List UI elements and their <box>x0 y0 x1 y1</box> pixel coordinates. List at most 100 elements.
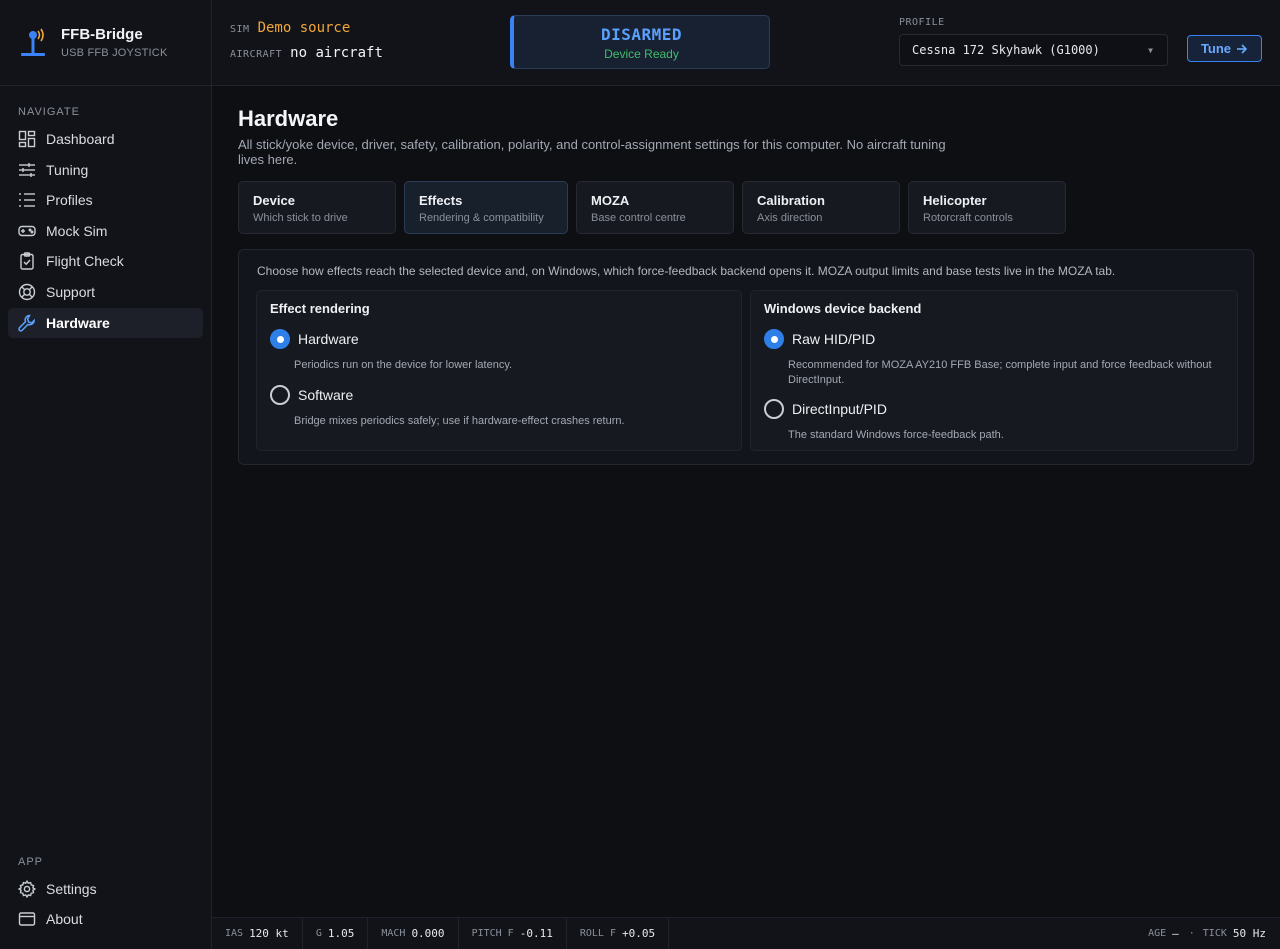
stat-value: 120 kt <box>249 927 289 940</box>
windows-backend-card: Windows device backend Raw HID/PID Recom… <box>750 290 1238 451</box>
stat-key: ROLL F <box>579 928 616 939</box>
app-name: FFB-Bridge <box>61 26 143 43</box>
sidebar-item-dashboard[interactable]: Dashboard <box>8 124 203 154</box>
sidebar-item-mock-sim[interactable]: Mock Sim <box>8 216 203 246</box>
app-subtitle: USB FFB JOYSTICK <box>61 47 168 59</box>
radio-hardware[interactable]: Hardware <box>270 329 359 349</box>
radio-software[interactable]: Software <box>270 385 353 405</box>
app-section-label: APP <box>18 856 44 868</box>
sidebar-item-about[interactable]: About <box>8 904 203 934</box>
brand: FFB-Bridge USB FFB JOYSTICK <box>0 0 211 86</box>
sidebar-item-support[interactable]: Support <box>8 277 203 307</box>
stat-value: 0.000 <box>411 927 445 940</box>
radio-indicator[interactable] <box>764 399 784 419</box>
gear-icon <box>18 880 36 898</box>
sim-value: Demo source <box>257 20 351 36</box>
effect-rendering-card: Effect rendering Hardware Periodics run … <box>256 290 742 451</box>
stat-key: AGE <box>1148 928 1167 939</box>
tune-label: Tune <box>1200 41 1232 56</box>
separator-dot: · <box>1188 928 1195 939</box>
stat-value: +0.05 <box>621 927 656 940</box>
tab-device[interactable]: Device Which stick to drive <box>238 181 396 234</box>
tune-button[interactable]: Tune <box>1187 35 1262 62</box>
tab-subtitle: Which stick to drive <box>253 212 348 224</box>
tab-title: Calibration <box>757 193 825 208</box>
sidebar-item-label: Flight Check <box>46 253 124 269</box>
tab-subtitle: Rotorcraft controls <box>923 212 1013 224</box>
radio-indicator[interactable] <box>270 385 290 405</box>
page-description: All stick/yoke device, driver, safety, c… <box>238 137 946 167</box>
stat-key: TICK <box>1202 928 1227 939</box>
option-label: Raw HID/PID <box>792 331 876 347</box>
sim-readout: SIM Demo source <box>230 20 350 36</box>
sliders-icon <box>18 161 36 179</box>
sidebar-item-label: Profiles <box>46 192 93 208</box>
tab-calibration[interactable]: Calibration Axis direction <box>742 181 900 234</box>
stat-g: G 1.05 <box>303 917 369 949</box>
status-bar: IAS 120 kt G 1.05 MACH 0.000 PITCH F -0.… <box>212 917 1280 949</box>
tab-title: MOZA <box>591 193 630 208</box>
sidebar-item-label: Dashboard <box>46 131 115 147</box>
stat-value: 1.05 <box>327 927 355 940</box>
arm-state: DISARMED <box>600 25 683 44</box>
windows-backend-title: Windows device backend <box>764 301 922 316</box>
window-icon <box>18 910 36 928</box>
sidebar-item-label: Mock Sim <box>46 223 108 239</box>
stat-value: 50 Hz <box>1232 927 1266 940</box>
dashboard-icon <box>18 130 36 148</box>
effects-panel: Choose how effects reach the selected de… <box>238 249 1254 465</box>
chevron-down-icon: ▼ <box>1148 45 1153 55</box>
stat-key: PITCH F <box>471 928 514 939</box>
radio-indicator[interactable] <box>764 329 784 349</box>
sidebar-item-tuning[interactable]: Tuning <box>8 155 203 185</box>
tab-moza[interactable]: MOZA Base control centre <box>576 181 734 234</box>
sidebar: FFB-Bridge USB FFB JOYSTICK NAVIGATE Das… <box>0 0 212 949</box>
sidebar-item-label: Support <box>46 284 96 300</box>
stat-value: — <box>1172 927 1179 940</box>
option-description: The standard Windows force-feedback path… <box>788 429 1004 441</box>
option-description: Bridge mixes periodics safely; use if ha… <box>294 415 625 427</box>
arm-status-indicator: DISARMED Device Ready <box>510 15 770 69</box>
clipboard-check-icon <box>18 252 36 270</box>
stat-key: MACH <box>381 928 406 939</box>
tab-subtitle: Axis direction <box>757 212 823 224</box>
page-title: Hardware <box>238 106 339 131</box>
tab-effects[interactable]: Effects Rendering & compatibility <box>404 181 568 234</box>
device-status: Device Ready <box>604 47 679 61</box>
option-description: Recommended for MOZA AY210 FFB Base; com… <box>788 359 1212 386</box>
topbar: SIM Demo source AIRCRAFT no aircraft DIS… <box>212 0 1280 86</box>
option-label: Hardware <box>298 331 359 347</box>
arrow-right-icon <box>1237 43 1248 54</box>
sidebar-item-flight-check[interactable]: Flight Check <box>8 246 203 276</box>
option-label: DirectInput/PID <box>792 401 887 417</box>
sidebar-item-settings[interactable]: Settings <box>8 874 203 904</box>
sidebar-item-label: Settings <box>46 881 97 897</box>
sidebar-item-profiles[interactable]: Profiles <box>8 185 203 215</box>
panel-intro: Choose how effects reach the selected de… <box>257 264 1116 278</box>
tab-title: Device <box>253 193 295 208</box>
joystick-logo-icon <box>20 28 46 58</box>
radio-raw-hid[interactable]: Raw HID/PID <box>764 329 875 349</box>
aircraft-readout: AIRCRAFT no aircraft <box>230 45 383 61</box>
tab-title: Helicopter <box>923 193 987 208</box>
gamepad-icon <box>18 222 36 240</box>
stat-key: G <box>315 928 322 939</box>
sim-key: SIM <box>230 24 250 35</box>
sidebar-item-label: Tuning <box>46 162 89 178</box>
tab-subtitle: Rendering & compatibility <box>419 212 544 224</box>
tab-subtitle: Base control centre <box>591 212 686 224</box>
stat-mach: MACH 0.000 <box>368 917 459 949</box>
stat-pitch-force: PITCH F -0.11 <box>459 917 567 949</box>
sidebar-item-hardware[interactable]: Hardware <box>8 308 203 338</box>
lifebuoy-icon <box>18 283 36 301</box>
profile-select[interactable]: Cessna 172 Skyhawk (G1000) ▼ <box>899 34 1168 66</box>
option-description: Periodics run on the device for lower la… <box>294 359 513 371</box>
aircraft-key: AIRCRAFT <box>230 49 283 60</box>
tab-helicopter[interactable]: Helicopter Rotorcraft controls <box>908 181 1066 234</box>
radio-indicator[interactable] <box>270 329 290 349</box>
profile-label: PROFILE <box>899 17 945 28</box>
stat-roll-force: ROLL F +0.05 <box>567 917 670 949</box>
radio-directinput[interactable]: DirectInput/PID <box>764 399 887 419</box>
sidebar-item-label: About <box>46 911 83 927</box>
list-icon <box>18 191 36 209</box>
